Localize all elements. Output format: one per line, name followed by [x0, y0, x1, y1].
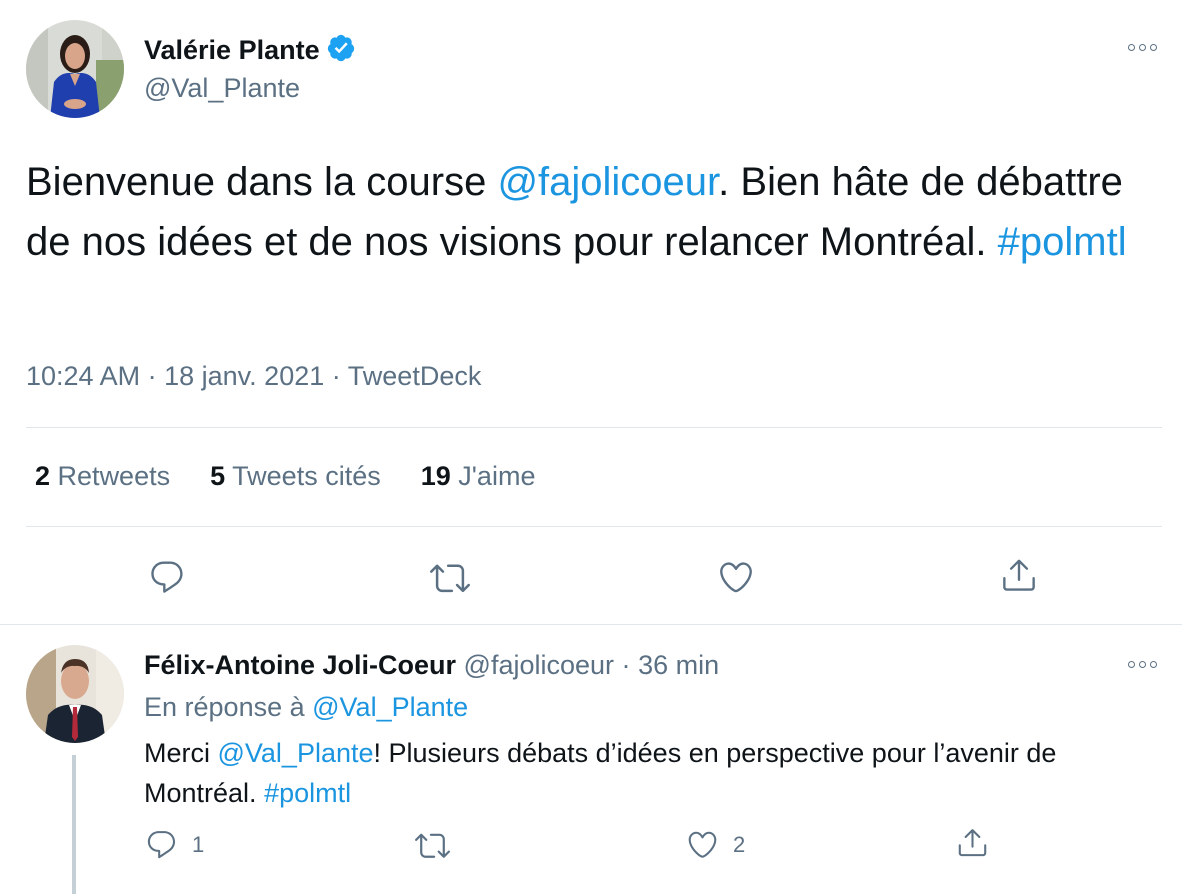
- tweet-meta: 10:24 AM · 18 janv. 2021 · TweetDeck: [26, 361, 481, 392]
- reply-icon: [148, 558, 186, 596]
- like-icon: [717, 558, 755, 596]
- mention-link[interactable]: @Val_Plante: [218, 738, 374, 768]
- share-button[interactable]: [1000, 556, 1038, 594]
- author-handle[interactable]: @Val_Plante: [144, 73, 300, 104]
- avatar-valerie-plante[interactable]: [26, 20, 124, 118]
- verified-badge-icon: [326, 33, 356, 68]
- like-button[interactable]: [717, 558, 755, 596]
- reply-share-button[interactable]: [956, 826, 989, 859]
- likes-stat[interactable]: 19 J'aime: [421, 461, 536, 492]
- hashtag-link[interactable]: #polmtl: [998, 220, 1127, 264]
- author-name[interactable]: Valérie Plante: [144, 35, 320, 66]
- divider: [26, 526, 1162, 527]
- quotes-stat[interactable]: 5 Tweets cités: [210, 461, 381, 492]
- tweet-stats: 2 Retweets 5 Tweets cités 19 J'aime: [35, 461, 535, 492]
- tweet-time[interactable]: 10:24 AM: [26, 361, 140, 391]
- retweet-icon: [415, 828, 450, 863]
- share-icon: [956, 826, 989, 859]
- like-icon: [686, 828, 719, 861]
- tweet-client[interactable]: TweetDeck: [348, 361, 482, 391]
- share-icon: [1000, 556, 1038, 594]
- tweet-date[interactable]: 18 janv. 2021: [164, 361, 324, 391]
- likes-label: J'aime: [458, 461, 536, 491]
- reply-text: Merci @Val_Plante! Plusieurs débats d’id…: [144, 733, 1144, 813]
- header-separator: ·: [621, 650, 631, 680]
- reply-count: 1: [192, 831, 205, 857]
- meta-separator: ·: [331, 361, 341, 391]
- like-count: 2: [733, 831, 746, 857]
- reply-header: Félix-Antoine Joli-Coeur @fajolicoeur · …: [144, 650, 719, 681]
- quotes-label: Tweets cités: [232, 461, 381, 491]
- reply-text-part: Merci: [144, 738, 218, 768]
- reply-time[interactable]: 36 min: [638, 650, 719, 680]
- replying-to-link[interactable]: @Val_Plante: [312, 692, 468, 722]
- retweets-label: Retweets: [57, 461, 171, 491]
- retweets-stat[interactable]: 2 Retweets: [35, 461, 170, 492]
- reply-author-name[interactable]: Félix-Antoine Joli-Coeur: [144, 650, 456, 680]
- quotes-count: 5: [210, 461, 226, 491]
- reply-button[interactable]: [148, 558, 186, 596]
- hashtag-link[interactable]: #polmtl: [264, 778, 351, 808]
- reply-author-handle[interactable]: @fajolicoeur: [464, 650, 614, 680]
- more-icon[interactable]: [1124, 40, 1160, 54]
- tweet-text: Bienvenue dans la course @fajolicoeur. B…: [26, 152, 1151, 272]
- divider: [26, 427, 1162, 428]
- replying-to: En réponse à @Val_Plante: [144, 692, 468, 723]
- thread-line: [72, 755, 76, 894]
- retweet-icon: [430, 558, 470, 598]
- reply-icon: [145, 828, 178, 861]
- reply-retweet-button[interactable]: [415, 828, 464, 863]
- mention-link[interactable]: @fajolicoeur: [497, 160, 718, 204]
- more-icon[interactable]: [1124, 657, 1160, 671]
- likes-count: 19: [420, 461, 451, 491]
- replying-to-prefix: En réponse à: [144, 692, 305, 722]
- reply-like-button[interactable]: 2: [686, 828, 745, 861]
- retweets-count: 2: [35, 461, 51, 491]
- avatar-felix-antoine[interactable]: [26, 645, 124, 743]
- thread-separator: [0, 624, 1182, 625]
- retweet-button[interactable]: [430, 558, 470, 598]
- tweet-text-part: Bienvenue dans la course: [26, 160, 498, 204]
- meta-separator: ·: [147, 361, 157, 391]
- reply-reply-button[interactable]: 1: [145, 828, 204, 861]
